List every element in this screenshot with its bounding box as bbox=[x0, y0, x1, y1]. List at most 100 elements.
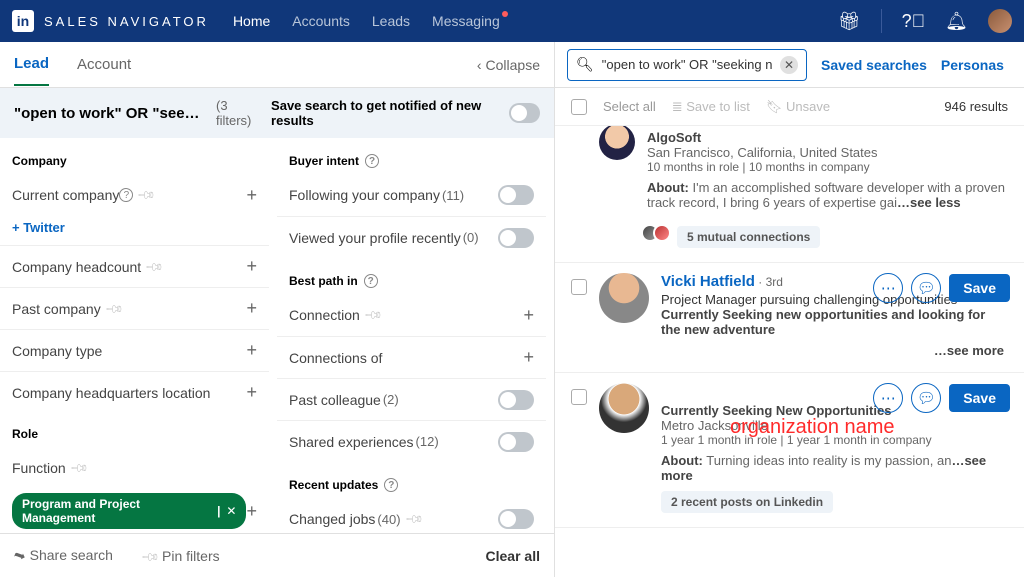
filter-label: Past company bbox=[12, 301, 101, 317]
lead-avatar[interactable] bbox=[599, 126, 635, 160]
save-to-list[interactable]: ≣ Save to list bbox=[672, 99, 750, 115]
save-search-toggle[interactable] bbox=[509, 103, 540, 123]
filter-changed-jobs[interactable]: Changed jobs(40)📌︎ bbox=[277, 498, 546, 533]
select-all-label: Select all bbox=[603, 99, 656, 114]
gift-icon[interactable]: 🎁︎ bbox=[838, 11, 861, 32]
save-button[interactable]: Save bbox=[949, 384, 1010, 412]
plus-icon[interactable]: + bbox=[523, 305, 534, 326]
nav-accounts[interactable]: Accounts bbox=[292, 13, 350, 29]
unsave[interactable]: 🔖︎ Unsave bbox=[766, 99, 830, 115]
more-menu-icon[interactable]: ⋯ bbox=[873, 383, 903, 413]
chip-remove[interactable]: ✕ bbox=[226, 504, 236, 518]
pin-icon[interactable]: 📌︎ bbox=[144, 256, 165, 277]
pin-filters[interactable]: 📌︎ Pin filters bbox=[137, 548, 220, 564]
message-icon[interactable]: 💬︎ bbox=[911, 383, 941, 413]
collapse-label: Collapse bbox=[486, 57, 540, 73]
mutual-connections[interactable]: 5 mutual connections bbox=[677, 226, 820, 248]
pin-icon[interactable]: 📌︎ bbox=[404, 509, 425, 530]
plus-icon[interactable]: + bbox=[246, 340, 257, 361]
toggle[interactable] bbox=[498, 432, 534, 452]
pin-icon[interactable]: 📌︎ bbox=[137, 185, 158, 206]
section-label: Recent updates bbox=[289, 478, 378, 492]
filter-connection[interactable]: Connection📌︎ + bbox=[277, 294, 546, 336]
filter-connections-of[interactable]: Connections of+ bbox=[277, 336, 546, 378]
more-menu-icon[interactable]: ⋯ bbox=[873, 273, 903, 303]
select-checkbox[interactable] bbox=[571, 279, 587, 295]
nav-leads[interactable]: Leads bbox=[372, 13, 410, 29]
lead-name[interactable]: Vicki Hatfield bbox=[661, 273, 755, 290]
filter-count: (40) bbox=[377, 512, 400, 527]
about-label: About: bbox=[661, 453, 703, 468]
pin-icon[interactable]: 📌︎ bbox=[363, 305, 384, 326]
help-icon[interactable]: ? bbox=[364, 274, 378, 288]
see-more[interactable]: …see more bbox=[934, 343, 1004, 358]
app-header: in SALES NAVIGATOR Home Accounts Leads M… bbox=[0, 0, 1024, 42]
filters-col-left: Company Current company?📌︎+ + Twitter Co… bbox=[0, 138, 277, 533]
tab-lead[interactable]: Lead bbox=[14, 43, 49, 86]
filter-function[interactable]: Function📌︎ bbox=[0, 447, 269, 489]
plus-icon[interactable]: + bbox=[246, 298, 257, 319]
search-box[interactable]: 🔍︎ "open to work" OR "seeking new opp ✕ bbox=[567, 49, 807, 81]
plus-icon[interactable]: + bbox=[246, 382, 257, 403]
divider bbox=[881, 9, 882, 33]
toggle[interactable] bbox=[498, 228, 534, 248]
filter-viewed-profile[interactable]: Viewed your profile recently(0) bbox=[277, 216, 546, 258]
plus-icon[interactable]: + bbox=[523, 347, 534, 368]
clear-all[interactable]: Clear all bbox=[486, 548, 540, 564]
lead-avatar[interactable] bbox=[599, 273, 649, 323]
message-icon[interactable]: 💬︎ bbox=[911, 273, 941, 303]
filter-following-company[interactable]: Following your company(11) bbox=[277, 174, 546, 216]
help-icon[interactable]: ? bbox=[119, 188, 133, 202]
bell-icon[interactable]: 🔔︎ bbox=[945, 11, 968, 32]
plus-icon[interactable]: + bbox=[246, 256, 257, 277]
toggle[interactable] bbox=[498, 390, 534, 410]
filter-company-type[interactable]: Company type + bbox=[0, 329, 269, 371]
filter-label: Connection bbox=[289, 307, 360, 323]
nav-messaging[interactable]: Messaging bbox=[432, 13, 500, 29]
add-twitter[interactable]: + Twitter bbox=[0, 216, 269, 245]
help-icon[interactable]: ? bbox=[384, 478, 398, 492]
filter-current-company[interactable]: Current company? 📌︎ + bbox=[0, 174, 269, 216]
save-button[interactable]: Save bbox=[949, 274, 1010, 302]
pin-icon[interactable]: 📌︎ bbox=[69, 458, 90, 479]
select-checkbox[interactable] bbox=[571, 389, 587, 405]
section-buyer-intent: Buyer intent? bbox=[277, 148, 546, 174]
toggle[interactable] bbox=[498, 185, 534, 205]
filter-label: Viewed your profile recently bbox=[289, 230, 461, 246]
collapse-button[interactable]: ‹Collapse bbox=[477, 57, 540, 73]
section-best-path: Best path in? bbox=[277, 268, 546, 294]
personas[interactable]: Personas bbox=[941, 57, 1004, 73]
filters-footer: ➦ Share search 📌︎ Pin filters Clear all bbox=[0, 533, 554, 577]
pin-icon[interactable]: 📌︎ bbox=[104, 298, 125, 319]
tab-account[interactable]: Account bbox=[77, 44, 131, 85]
help-icon[interactable]: ?⃝ bbox=[902, 11, 926, 32]
lead-avatar[interactable] bbox=[599, 383, 649, 433]
select-all-checkbox[interactable] bbox=[571, 99, 587, 115]
filter-company-headcount[interactable]: Company headcount📌︎+ bbox=[0, 245, 269, 287]
recent-posts[interactable]: 2 recent posts on Linkedin bbox=[661, 491, 833, 513]
lead-tenure: 10 months in role | 10 months in company bbox=[647, 160, 1008, 174]
plus-icon[interactable]: + bbox=[246, 501, 257, 522]
plus-icon[interactable]: + bbox=[246, 185, 257, 206]
share-search[interactable]: ➦ Share search bbox=[14, 547, 113, 564]
share-icon: ➦ bbox=[11, 546, 28, 566]
filter-past-colleague[interactable]: Past colleague(2) bbox=[277, 378, 546, 420]
clear-search-icon[interactable]: ✕ bbox=[780, 56, 798, 74]
section-label: Best path in bbox=[289, 274, 358, 288]
filter-past-company[interactable]: Past company📌︎ + bbox=[0, 287, 269, 329]
user-avatar[interactable] bbox=[988, 9, 1012, 33]
filter-shared-experiences[interactable]: Shared experiences(12) bbox=[277, 420, 546, 462]
pin-icon: 📌︎ bbox=[140, 546, 161, 567]
help-icon[interactable]: ? bbox=[365, 154, 379, 168]
filter-company-hq[interactable]: Company headquarters location+ bbox=[0, 371, 269, 413]
lead-company[interactable]: AlgoSoft bbox=[647, 130, 1008, 145]
function-chip[interactable]: Program and Project Management|✕ bbox=[12, 493, 246, 529]
saved-searches[interactable]: Saved searches bbox=[821, 57, 927, 73]
filter-label: Company type bbox=[12, 343, 102, 359]
filter-label: Current company bbox=[12, 187, 119, 203]
filter-count: (11) bbox=[442, 188, 464, 203]
lead-location: San Francisco, California, United States bbox=[647, 145, 1008, 160]
toggle[interactable] bbox=[498, 509, 534, 529]
nav-home[interactable]: Home bbox=[233, 13, 270, 29]
see-less[interactable]: …see less bbox=[897, 195, 961, 210]
